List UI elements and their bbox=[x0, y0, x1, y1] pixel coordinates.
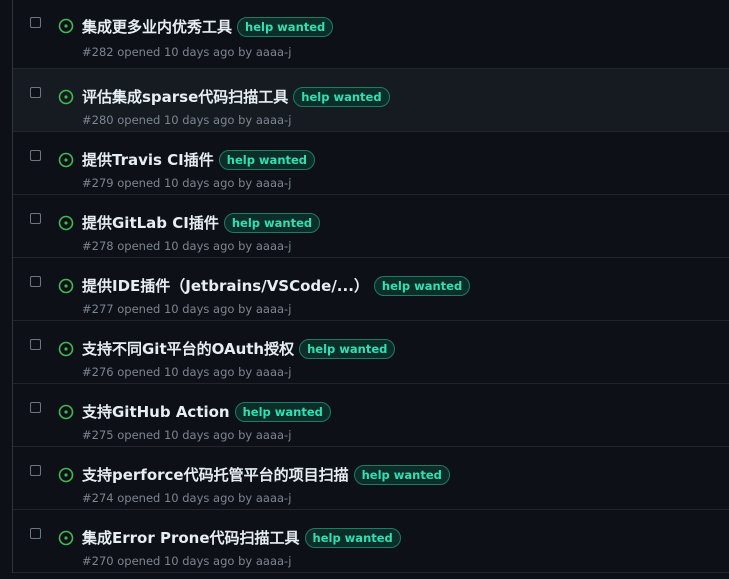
issue-open-icon bbox=[58, 89, 74, 105]
help-wanted-label[interactable]: help wanted bbox=[237, 16, 334, 37]
issue-open-icon bbox=[58, 404, 74, 420]
issue-row[interactable]: 提供GitLab CI插件 help wanted #278 opened 10… bbox=[13, 195, 729, 258]
help-wanted-label[interactable]: help wanted bbox=[353, 464, 450, 485]
issue-title-line: 评估集成sparse代码扫描工具 help wanted bbox=[82, 86, 390, 107]
issue-title-link[interactable]: 支持GitHub Action bbox=[82, 401, 230, 422]
issue-open-icon bbox=[58, 278, 74, 294]
select-checkbox[interactable] bbox=[30, 17, 41, 28]
issue-open-icon bbox=[58, 467, 74, 483]
issue-row[interactable]: 集成更多业内优秀工具 help wanted #282 opened 10 da… bbox=[13, 0, 729, 69]
issue-meta: #277 opened 10 days ago by aaaa-j bbox=[82, 302, 292, 316]
issue-meta: #276 opened 10 days ago by aaaa-j bbox=[82, 365, 292, 379]
issue-title-line: 集成Error Prone代码扫描工具 help wanted bbox=[82, 527, 401, 548]
issue-title-link[interactable]: 支持perforce代码托管平台的项目扫描 bbox=[82, 464, 349, 485]
select-checkbox[interactable] bbox=[30, 276, 41, 287]
issue-meta: #275 opened 10 days ago by aaaa-j bbox=[82, 428, 292, 442]
issue-title-link[interactable]: 集成更多业内优秀工具 bbox=[82, 16, 232, 37]
issue-open-icon bbox=[58, 152, 74, 168]
issue-title-link[interactable]: 支持不同Git平台的OAuth授权 bbox=[82, 338, 294, 359]
issue-meta: #282 opened 10 days ago by aaaa-j bbox=[82, 45, 292, 59]
issue-meta: #274 opened 10 days ago by aaaa-j bbox=[82, 491, 292, 505]
issue-title-link[interactable]: 评估集成sparse代码扫描工具 bbox=[82, 86, 288, 107]
issue-title-line: 支持perforce代码托管平台的项目扫描 help wanted bbox=[82, 464, 450, 485]
issue-title-line: 支持GitHub Action help wanted bbox=[82, 401, 331, 422]
issue-title-line: 提供Travis CI插件 help wanted bbox=[82, 149, 316, 170]
help-wanted-label[interactable]: help wanted bbox=[304, 527, 401, 548]
issue-row[interactable]: 支持不同Git平台的OAuth授权 help wanted #276 opene… bbox=[13, 321, 729, 384]
select-checkbox[interactable] bbox=[30, 150, 41, 161]
issue-meta: #279 opened 10 days ago by aaaa-j bbox=[82, 176, 292, 190]
select-checkbox[interactable] bbox=[30, 87, 41, 98]
issue-open-icon bbox=[58, 341, 74, 357]
issue-title-line: 支持不同Git平台的OAuth授权 help wanted bbox=[82, 338, 396, 359]
issue-row[interactable]: 评估集成sparse代码扫描工具 help wanted #280 opened… bbox=[13, 69, 729, 132]
help-wanted-label[interactable]: help wanted bbox=[293, 86, 390, 107]
select-checkbox[interactable] bbox=[30, 402, 41, 413]
issue-row[interactable]: 支持GitHub Action help wanted #275 opened … bbox=[13, 384, 729, 447]
help-wanted-label[interactable]: help wanted bbox=[218, 149, 316, 170]
issue-title-link[interactable]: 提供IDE插件（Jetbrains/VSCode/...） bbox=[82, 275, 369, 296]
select-checkbox[interactable] bbox=[30, 213, 41, 224]
issue-title-line: 集成更多业内优秀工具 help wanted bbox=[82, 16, 334, 37]
issue-list: 集成更多业内优秀工具 help wanted #282 opened 10 da… bbox=[12, 0, 729, 573]
issue-row[interactable]: 集成Error Prone代码扫描工具 help wanted #270 ope… bbox=[13, 510, 729, 573]
help-wanted-label[interactable]: help wanted bbox=[234, 401, 331, 422]
issue-open-icon bbox=[58, 18, 74, 34]
issue-meta: #278 opened 10 days ago by aaaa-j bbox=[82, 239, 292, 253]
help-wanted-label[interactable]: help wanted bbox=[223, 212, 321, 233]
issue-open-icon bbox=[58, 215, 74, 231]
select-checkbox[interactable] bbox=[30, 339, 41, 350]
issue-meta: #280 opened 10 days ago by aaaa-j bbox=[82, 113, 292, 127]
issue-open-icon bbox=[58, 530, 74, 546]
issue-row[interactable]: 支持perforce代码托管平台的项目扫描 help wanted #274 o… bbox=[13, 447, 729, 510]
select-checkbox[interactable] bbox=[30, 465, 41, 476]
issue-row[interactable]: 提供Travis CI插件 help wanted #279 opened 10… bbox=[13, 132, 729, 195]
issue-title-line: 提供IDE插件（Jetbrains/VSCode/...） help wante… bbox=[82, 275, 471, 296]
issue-title-link[interactable]: 集成Error Prone代码扫描工具 bbox=[82, 527, 300, 548]
issue-title-line: 提供GitLab CI插件 help wanted bbox=[82, 212, 321, 233]
issue-title-link[interactable]: 提供Travis CI插件 bbox=[82, 149, 214, 170]
issue-row[interactable]: 提供IDE插件（Jetbrains/VSCode/...） help wante… bbox=[13, 258, 729, 321]
issue-meta: #270 opened 10 days ago by aaaa-j bbox=[82, 554, 292, 568]
issue-title-link[interactable]: 提供GitLab CI插件 bbox=[82, 212, 219, 233]
select-checkbox[interactable] bbox=[30, 528, 41, 539]
help-wanted-label[interactable]: help wanted bbox=[373, 275, 471, 296]
help-wanted-label[interactable]: help wanted bbox=[299, 338, 396, 359]
